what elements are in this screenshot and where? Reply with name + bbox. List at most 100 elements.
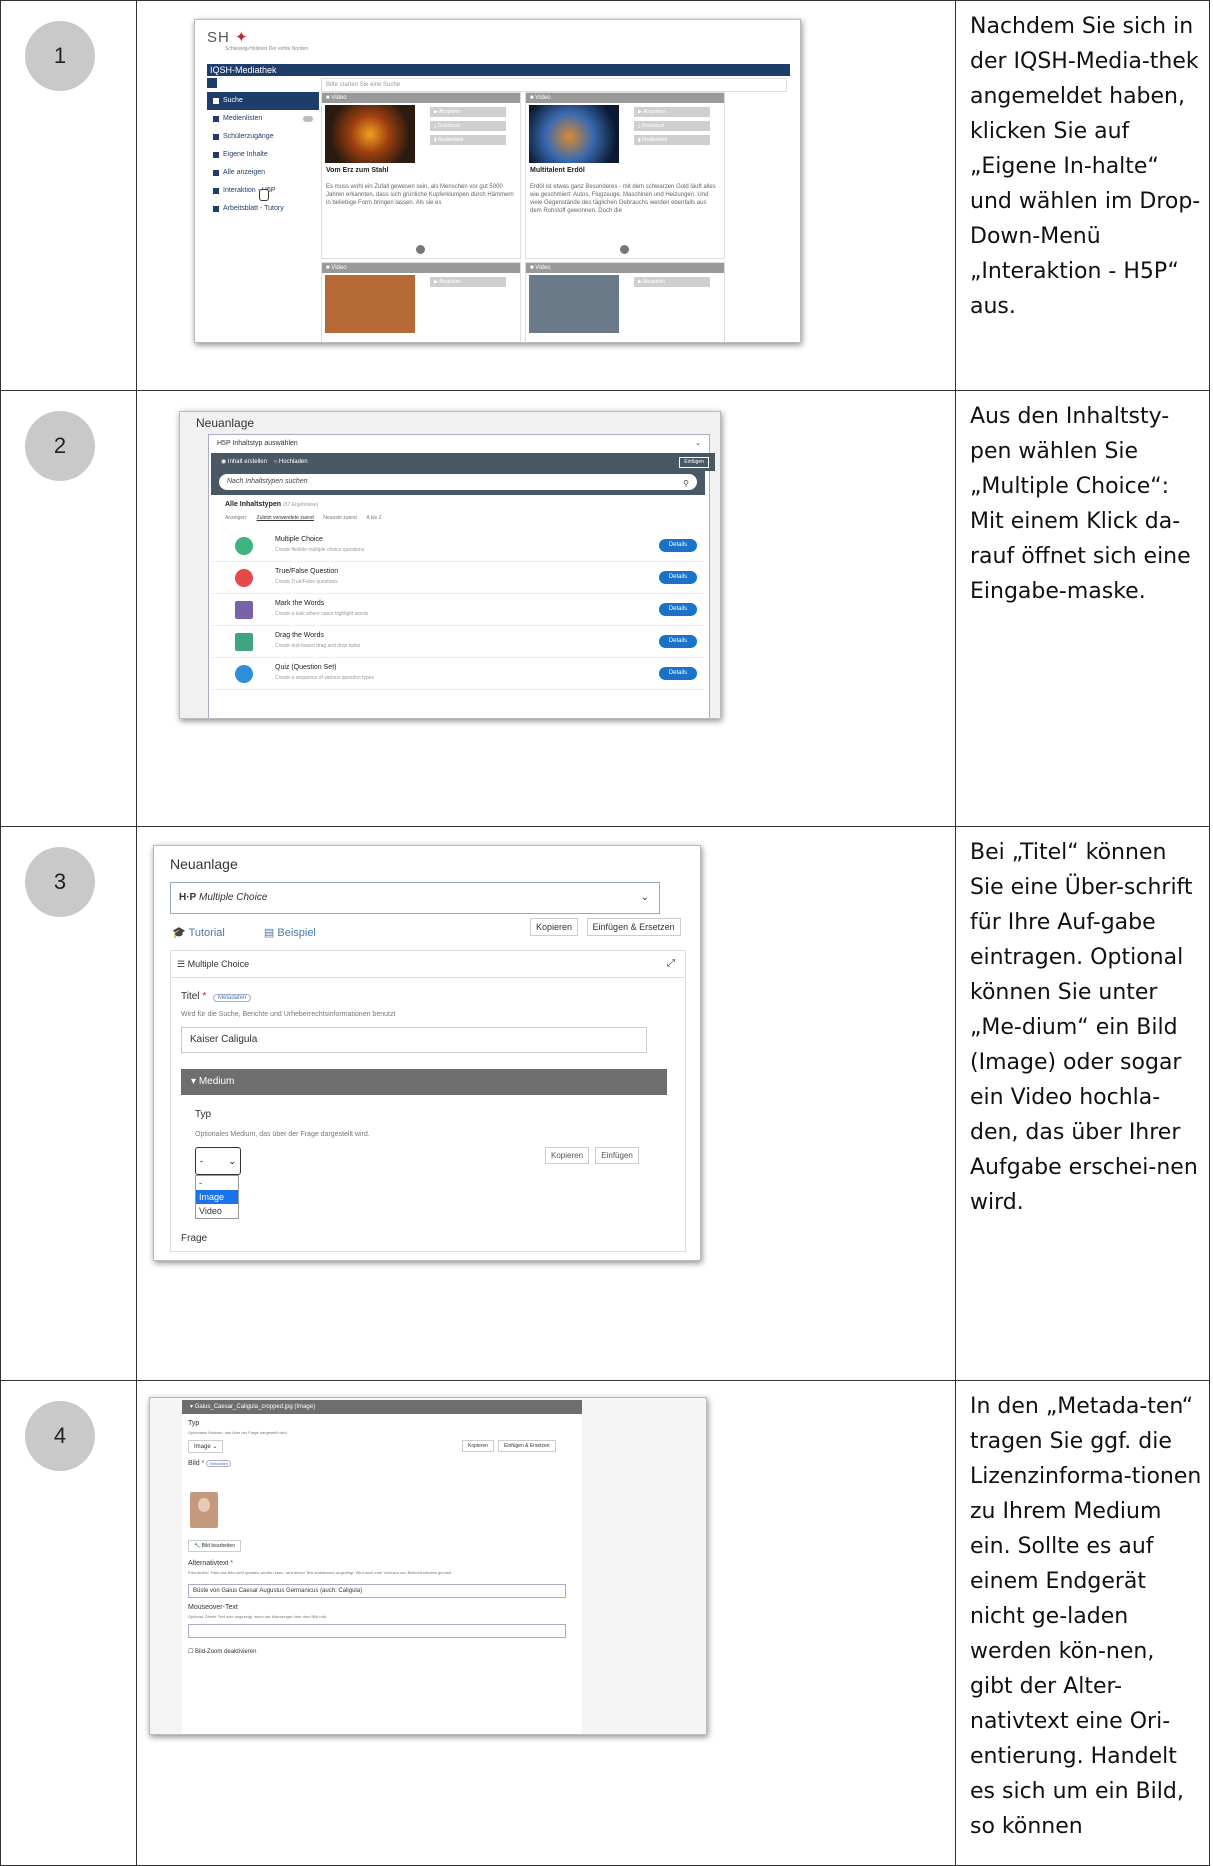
- details-button[interactable]: Details: [659, 667, 697, 680]
- details-button[interactable]: Details: [659, 539, 697, 552]
- play-button[interactable]: ▶ Abspielen: [634, 277, 710, 287]
- sidebar-item-arbeitsblatt[interactable]: Arbeitsblatt - Tutory: [207, 200, 319, 218]
- option-image[interactable]: Image: [196, 1190, 238, 1204]
- search-bar: Nach Inhaltstypen suchen ⚲: [211, 471, 705, 495]
- sort-newest[interactable]: Neueste zuerst: [323, 515, 357, 521]
- expand-icon[interactable]: [416, 245, 425, 254]
- details-button[interactable]: Details: [659, 603, 697, 616]
- type-select[interactable]: Image ⌄: [188, 1440, 224, 1453]
- paste-button[interactable]: Einfügen: [595, 1147, 639, 1164]
- description-cell: Bei „Titel“ können Sie eine Über-schrift…: [955, 826, 1210, 1381]
- paste-replace-button[interactable]: Einfügen & Ersetzen: [586, 918, 681, 936]
- step-row-2: 2 Neuanlage H5P Inhaltstyp auswählen ⌄ ◉ …: [0, 390, 1210, 827]
- sidebar-item-alle-anzeigen[interactable]: Alle anzeigen: [207, 164, 319, 182]
- media-card[interactable]: ■ Video ▶ Abspielen: [321, 262, 521, 342]
- content-type-panel: H5P Inhaltstyp auswählen ⌄ ◉ Inhalt erste…: [208, 434, 715, 718]
- download-button[interactable]: ⤓ Download: [430, 121, 506, 131]
- play-button[interactable]: ▶ Abspielen: [634, 107, 710, 117]
- option-video[interactable]: Video: [196, 1204, 238, 1218]
- logo-subtitle: Schleswig-Holstein Der echte Norden: [225, 46, 309, 52]
- option-none[interactable]: -: [196, 1176, 238, 1190]
- details-button[interactable]: Details: [659, 571, 697, 584]
- list-item[interactable]: True/False Question Create True/False qu…: [211, 563, 705, 594]
- search-input[interactable]: Bitte starten Sie eine Suche: [321, 78, 787, 92]
- paste-button[interactable]: Einfügen: [679, 457, 709, 468]
- media-card[interactable]: ■ Video ▶ Abspielen ⤓ Download ▮ Medienl…: [525, 92, 725, 259]
- image-section-header[interactable]: ▾ Gaius_Caesar_Caligula_cropped.jpg (Ima…: [182, 1400, 582, 1414]
- mediathek-screenshot: SH ✦ Schleswig-Holstein Der echte Norden…: [194, 19, 801, 343]
- metadata-button[interactable]: Metadaten: [213, 994, 252, 1002]
- card-description: Erdöl ist etwas ganz Besonderes - mit de…: [530, 184, 716, 214]
- download-button[interactable]: ⤓ Download: [634, 121, 710, 131]
- true-false-icon: [235, 569, 253, 587]
- list-item[interactable]: Multiple Choice Create flexible multiple…: [211, 531, 705, 562]
- chevron-down-icon: ⌄: [695, 440, 701, 447]
- video-tag: ■ Video: [526, 263, 724, 273]
- copy-button[interactable]: Kopieren: [545, 1147, 590, 1164]
- sidebar-item-medienlisten[interactable]: Medienlisten: [207, 110, 319, 128]
- search-input[interactable]: Nach Inhaltstypen suchen ⚲: [219, 474, 697, 490]
- list-item[interactable]: Mark the Words Create a task where users…: [211, 595, 705, 626]
- item-title: True/False Question: [275, 568, 339, 575]
- medium-section-header[interactable]: ▾ Medium: [181, 1069, 667, 1095]
- type-hint: Optionales Medium, das über der Frage da…: [195, 1131, 370, 1138]
- tutorial-link[interactable]: 🎓 Tutorial: [172, 927, 243, 939]
- copy-button[interactable]: Kopieren: [530, 918, 579, 936]
- expand-icon[interactable]: [620, 245, 629, 254]
- step-number-cell: 1: [0, 0, 137, 391]
- quiz-icon: [235, 665, 253, 683]
- play-button[interactable]: ▶ Abspielen: [430, 277, 506, 287]
- editor-box: ☰ Multiple Choice ⤢ Titel * Metadaten Wir…: [170, 950, 686, 1252]
- hamburger-icon[interactable]: [207, 78, 217, 88]
- medienliste-button[interactable]: ▮ Medienliste: [634, 135, 710, 145]
- title-input[interactable]: Kaiser Caligula: [181, 1027, 647, 1053]
- details-button[interactable]: Details: [659, 635, 697, 648]
- card-title[interactable]: Vom Erz zum Stahl: [326, 167, 389, 174]
- mouse-cursor-icon: [259, 189, 269, 201]
- video-tag: ■ Video: [526, 93, 724, 103]
- media-card[interactable]: ■ Video ▶ Abspielen ⤓ Download ▮ Medienl…: [321, 92, 521, 259]
- screenshot-cell: Neuanlage H5P Inhaltstyp auswählen ⌄ ◉ In…: [136, 390, 956, 827]
- video-thumbnail[interactable]: [325, 275, 415, 333]
- medienliste-button[interactable]: ▮ Medienliste: [430, 135, 506, 145]
- step-number: 3: [25, 847, 95, 917]
- video-thumbnail[interactable]: [529, 105, 619, 163]
- sidebar-item-schuelerzugaenge[interactable]: Schülerzugänge: [207, 128, 319, 146]
- content-type-select[interactable]: H·P Multiple Choice ⌄: [170, 882, 660, 914]
- description-cell: Aus den Inhaltsty-pen wählen Sie „Multip…: [955, 390, 1210, 827]
- play-button[interactable]: ▶ Abspielen: [430, 107, 506, 117]
- radio-upload[interactable]: ○ Hochladen: [274, 459, 308, 465]
- app-title-bar: IQSH-Mediathek: [207, 64, 790, 76]
- beispiel-link[interactable]: ▤ Beispiel: [264, 927, 334, 939]
- video-thumbnail[interactable]: [529, 275, 619, 333]
- sort-az[interactable]: A bis Z: [366, 515, 381, 521]
- medium-type-select[interactable]: - ⌄: [195, 1147, 241, 1175]
- zoom-checkbox[interactable]: ☐ Bild-Zoom deaktivieren: [188, 1648, 256, 1655]
- edit-image-button[interactable]: 🔧 Bild bearbeiten: [188, 1540, 241, 1552]
- video-thumbnail[interactable]: [325, 105, 415, 163]
- alt-text-input[interactable]: Büste von Gaius Caesar Augustus Germanic…: [188, 1584, 566, 1598]
- dropdown-options: - Image Video: [195, 1175, 239, 1219]
- metadata-button[interactable]: Metadaten: [206, 1460, 232, 1467]
- instruction-table: 1 SH ✦ Schleswig-Holstein Der echte Nord…: [0, 0, 1210, 1866]
- chevron-down-icon: ⌄: [640, 892, 649, 903]
- tools-icon: [213, 152, 219, 158]
- sidebar-item-eigene-inhalte[interactable]: Eigene Inhalte: [207, 146, 319, 164]
- type-label: Typ: [195, 1109, 212, 1120]
- copy-bar: Kopieren Einfügen: [541, 1147, 639, 1164]
- paste-replace-button[interactable]: Einfügen & Ersetzen: [498, 1440, 556, 1452]
- sort-recent[interactable]: Zuletzt verwendete zuerst: [257, 515, 314, 521]
- list-item[interactable]: Drag the Words Create text-based drag an…: [211, 627, 705, 658]
- media-card[interactable]: ■ Video ▶ Abspielen: [525, 262, 725, 342]
- copy-button[interactable]: Kopieren: [462, 1440, 495, 1452]
- radio-create[interactable]: ◉ Inhalt erstellen: [221, 459, 267, 465]
- content-type-select[interactable]: H5P Inhaltstyp auswählen ⌄: [211, 437, 711, 451]
- expand-icon[interactable]: ⤢: [667, 951, 675, 977]
- bust-image[interactable]: [190, 1492, 218, 1528]
- mouseover-input[interactable]: [188, 1624, 566, 1638]
- sidebar-item-suche[interactable]: Suche: [207, 92, 319, 110]
- card-title[interactable]: Multitalent Erdöl: [530, 167, 585, 174]
- bookmark-icon: [213, 116, 219, 122]
- list-icon: [213, 170, 219, 176]
- list-item[interactable]: Quiz (Question Set) Create a sequence of…: [211, 659, 705, 690]
